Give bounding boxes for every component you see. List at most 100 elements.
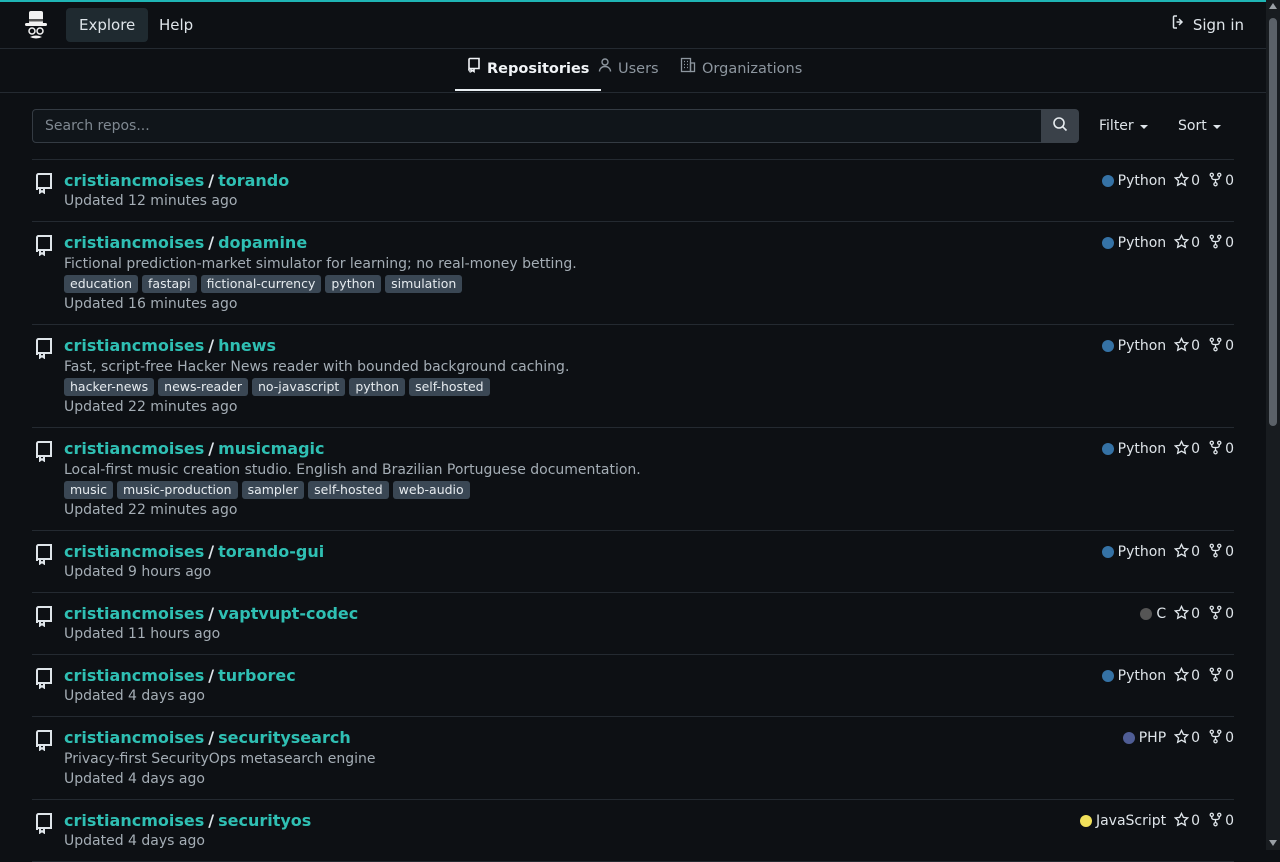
topic-badge[interactable]: music [64, 481, 113, 499]
nav-explore-link[interactable]: Explore [66, 8, 149, 42]
repo-language[interactable]: Python [1101, 544, 1166, 560]
search-input[interactable] [32, 109, 1066, 143]
topic-badge[interactable]: sampler [241, 481, 305, 499]
topic-badge[interactable]: self-hosted [308, 481, 389, 499]
topic-badge[interactable]: no-javascript [251, 378, 346, 396]
topic-badge[interactable]: music-production [116, 481, 238, 499]
repo-language[interactable]: C [1140, 606, 1166, 622]
repo-description: Fast, script-free Hacker News reader wit… [64, 359, 570, 375]
repo-name-link[interactable]: securitysearch [218, 728, 351, 747]
scrollbar-thumb[interactable] [1269, 18, 1277, 426]
repo-name-link[interactable]: securityos [218, 811, 311, 830]
repo-forks[interactable]: 0 [1208, 234, 1234, 253]
repo-icon [34, 605, 54, 628]
stars-count: 0 [1191, 606, 1201, 622]
language-color-dot [1101, 340, 1114, 352]
repo-list-item: cristiancmoises / vaptvupt-codec Updated 11… [32, 593, 1234, 655]
repo-forks[interactable]: 0 [1208, 812, 1234, 831]
repo-language[interactable]: PHP [1122, 730, 1167, 746]
topic-badge[interactable]: web-audio [392, 481, 470, 499]
tab-organizations[interactable]: Organizations [668, 49, 814, 90]
repo-title-separator: / [208, 542, 215, 561]
repo-stars[interactable]: 0 [1174, 233, 1201, 253]
repo-stars[interactable]: 0 [1174, 439, 1201, 459]
repo-language[interactable]: Python [1101, 235, 1166, 251]
repo-description: Privacy-first SecurityOps metasearch eng… [64, 751, 376, 767]
repo-owner-link[interactable]: cristiancmoises [64, 439, 204, 458]
topic-badge[interactable]: self-hosted [409, 378, 490, 396]
language-label: PHP [1138, 730, 1167, 746]
repo-language[interactable]: JavaScript [1079, 813, 1166, 829]
topic-badge[interactable]: fastapi [142, 275, 197, 293]
language-color-dot [1079, 815, 1092, 827]
repo-forks[interactable]: 0 [1208, 729, 1234, 748]
topic-badge[interactable]: education [64, 275, 139, 293]
repo-name-link[interactable]: vaptvupt-codec [218, 604, 358, 623]
repo-icon [34, 667, 54, 690]
repo-stars[interactable]: 0 [1174, 542, 1200, 562]
scroll-down-arrow-icon[interactable] [1269, 840, 1277, 846]
stars-count: 0 [1191, 235, 1201, 251]
topic-badge[interactable]: simulation [385, 275, 463, 293]
repo-owner-link[interactable]: cristiancmoises [64, 233, 204, 252]
repo-meta: JavaScript 0 0 [1079, 811, 1234, 831]
tab-users[interactable]: Users [586, 49, 671, 90]
topic-badge[interactable]: news-reader [158, 378, 248, 396]
repo-stars[interactable]: 0 [1174, 171, 1200, 191]
repo-owner-link[interactable]: cristiancmoises [64, 171, 204, 190]
repo-name-link[interactable]: dopamine [218, 233, 307, 252]
tab-repositories[interactable]: Repositories [455, 49, 602, 91]
sort-dropdown[interactable]: Sort [1178, 109, 1221, 143]
repo-owner-link[interactable]: cristiancmoises [64, 811, 204, 830]
repo-topics: education fastapi fictional-currency python… [64, 275, 1234, 293]
topic-badge[interactable]: fictional-currency [200, 275, 322, 293]
topic-badge[interactable]: python [349, 378, 406, 396]
repo-language[interactable]: Python [1101, 338, 1167, 354]
repo-name-link[interactable]: torando [218, 171, 289, 190]
repo-owner-link[interactable]: cristiancmoises [64, 336, 204, 355]
star-icon [1174, 171, 1190, 191]
top-hat-logo-icon[interactable] [20, 8, 52, 42]
repo-forks[interactable]: 0 [1208, 605, 1234, 624]
repo-stars[interactable]: 0 [1174, 604, 1201, 624]
repo-forks[interactable]: 0 [1208, 667, 1234, 686]
repo-title-separator: / [208, 604, 215, 623]
repo-stars[interactable]: 0 [1174, 728, 1200, 748]
repo-stars[interactable]: 0 [1174, 811, 1200, 831]
repo-title-separator: / [208, 336, 215, 355]
repo-stars[interactable]: 0 [1174, 666, 1200, 686]
scroll-up-arrow-icon[interactable] [1269, 3, 1277, 9]
star-icon [1174, 811, 1190, 831]
repo-language[interactable]: Python [1101, 441, 1166, 457]
repo-owner-link[interactable]: cristiancmoises [64, 542, 204, 561]
stars-count: 0 [1191, 441, 1201, 457]
repo-owner-link[interactable]: cristiancmoises [64, 604, 204, 623]
repo-forks[interactable]: 0 [1208, 172, 1234, 191]
repo-forks[interactable]: 0 [1208, 440, 1234, 459]
repo-owner-link[interactable]: cristiancmoises [64, 728, 204, 747]
repo-title: cristiancmoises / hnews [64, 336, 1234, 356]
forks-count: 0 [1225, 173, 1234, 189]
star-icon [1174, 666, 1190, 686]
repo-forks[interactable]: 0 [1208, 543, 1234, 562]
star-icon [1174, 542, 1190, 562]
repo-language[interactable]: Python [1101, 668, 1166, 684]
repo-name-link[interactable]: torando-gui [218, 542, 324, 561]
repo-forks[interactable]: 0 [1208, 337, 1234, 356]
repo-stars[interactable]: 0 [1174, 336, 1200, 356]
language-label: Python [1117, 338, 1167, 354]
sign-in-link[interactable]: Sign in [1171, 8, 1244, 42]
repo-name-link[interactable]: hnews [218, 336, 276, 355]
repo-name-link[interactable]: turborec [218, 666, 296, 685]
topic-badge[interactable]: hacker-news [64, 378, 155, 396]
topic-badge[interactable]: python [325, 275, 382, 293]
filter-dropdown[interactable]: Filter [1099, 109, 1148, 143]
repo-owner-link[interactable]: cristiancmoises [64, 666, 204, 685]
repo-icon [34, 729, 54, 752]
search-button[interactable] [1041, 109, 1079, 143]
sign-in-label: Sign in [1192, 16, 1244, 34]
nav-help-link[interactable]: Help [146, 8, 206, 42]
repo-name-link[interactable]: musicmagic [218, 439, 324, 458]
scrollbar[interactable] [1266, 0, 1280, 850]
repo-language[interactable]: Python [1101, 173, 1166, 189]
